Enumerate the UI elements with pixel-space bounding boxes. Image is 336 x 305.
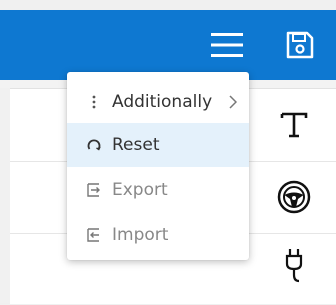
- text-tool-button[interactable]: [272, 103, 316, 147]
- hamburger-icon: [211, 33, 243, 57]
- menu-item-additionally[interactable]: Additionally: [67, 80, 249, 124]
- export-icon: [87, 183, 101, 197]
- menu-item-label: Import: [112, 225, 169, 245]
- menu-item-label: Reset: [112, 135, 160, 155]
- menu-item-label: Additionally: [112, 92, 213, 112]
- steering-wheel-icon: [277, 180, 311, 214]
- menu-item-import[interactable]: Import: [67, 213, 249, 257]
- menu-item-export[interactable]: Export: [67, 168, 249, 212]
- text-tool-icon: [280, 112, 308, 138]
- power-plug-icon: [285, 249, 303, 283]
- save-icon: [286, 31, 314, 59]
- steering-wheel-tool-button[interactable]: [272, 175, 316, 219]
- import-icon: [87, 228, 101, 242]
- app-toolbar: [0, 10, 336, 80]
- menu-item-reset[interactable]: Reset: [67, 123, 249, 167]
- save-button[interactable]: [278, 10, 322, 80]
- power-plug-tool-button[interactable]: [272, 245, 316, 289]
- chevron-right-icon: [229, 94, 238, 113]
- reset-icon: [87, 138, 101, 152]
- dropdown-menu: Additionally Reset Export Import: [67, 72, 249, 260]
- more-vertical-icon: [87, 95, 101, 109]
- menu-item-label: Export: [112, 180, 168, 200]
- hamburger-menu-button[interactable]: [205, 10, 249, 80]
